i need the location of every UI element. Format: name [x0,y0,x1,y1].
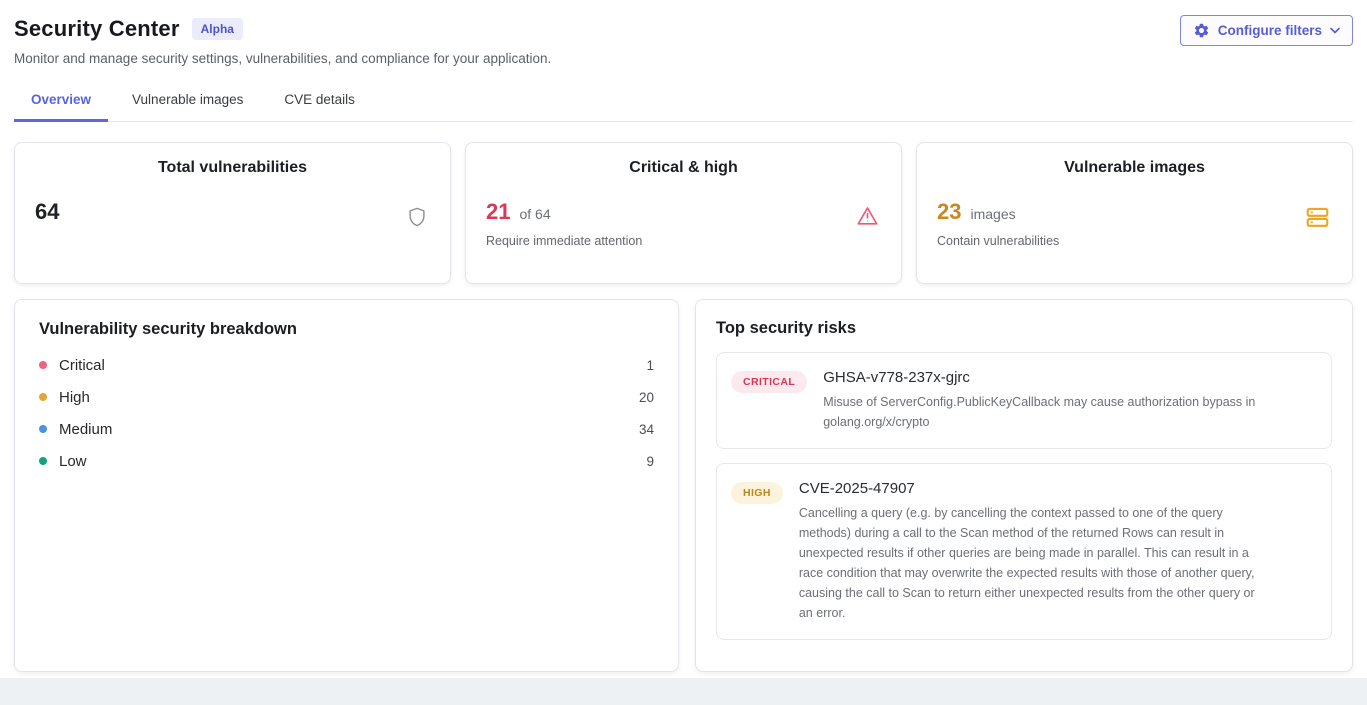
breakdown-value: 1 [646,358,654,373]
stat-caption: Contain vulnerabilities [937,234,1332,248]
stat-value-suffix: of 64 [519,206,550,222]
chevron-down-icon [1330,27,1340,34]
vulnerability-breakdown-panel: Vulnerability security breakdown Critica… [14,299,679,672]
risk-description: Cancelling a query (e.g. by cancelling t… [799,503,1259,623]
tab-bar: OverviewVulnerable imagesCVE details [14,82,1353,122]
breakdown-row: Medium 34 [39,413,654,445]
breakdown-value: 9 [646,454,654,469]
tab-vulnerable-images[interactable]: Vulnerable images [115,82,260,122]
stat-value: 64 [35,199,59,225]
gear-icon [1193,22,1210,39]
stat-card-critical-high: Critical & high 21 of 64 Require immedia… [465,142,902,284]
breakdown-label: High [59,389,90,406]
stat-card-title: Total vulnerabilities [35,159,430,177]
stat-caption: Require immediate attention [486,234,881,248]
stat-value: 21 [486,199,510,225]
risks-title: Top security risks [716,319,1332,338]
severity-badge: HIGH [731,482,783,504]
alpha-badge: Alpha [192,18,243,40]
breakdown-row: High 20 [39,381,654,413]
stat-card-total-vulnerabilities: Total vulnerabilities 64 [14,142,451,284]
page-subtitle: Monitor and manage security settings, vu… [14,51,1353,66]
page-header: Security Center Alpha Monitor and manage… [0,0,1367,66]
breakdown-label: Critical [59,357,105,374]
breakdown-value: 20 [639,390,654,405]
severity-badge: CRITICAL [731,371,807,393]
shield-icon [406,205,428,234]
stat-value: 23 [937,199,961,225]
server-icon [1305,205,1330,235]
warning-icon [856,205,879,232]
breakdown-label: Low [59,453,87,470]
breakdown-title: Vulnerability security breakdown [39,320,654,339]
severity-dot [39,393,47,401]
risk-list: CRITICAL GHSA-v778-237x-gjrc Misuse of S… [716,352,1332,651]
top-security-risks-panel: Top security risks CRITICAL GHSA-v778-23… [695,299,1353,672]
severity-dot [39,361,47,369]
panels-row: Vulnerability security breakdown Critica… [14,299,1353,672]
breakdown-list: Critical 1 High 20 Medium 34 Low 9 [39,349,654,477]
stat-card-title: Critical & high [486,159,881,177]
severity-dot [39,457,47,465]
tab-cve-details[interactable]: CVE details [267,82,372,122]
breakdown-row: Low 9 [39,445,654,477]
page-title: Security Center [14,16,180,42]
risk-id: CVE-2025-47907 [799,480,1259,497]
risk-description: Misuse of ServerConfig.PublicKeyCallback… [823,392,1283,432]
breakdown-label: Medium [59,421,112,438]
stat-card-title: Vulnerable images [937,159,1332,177]
risk-item[interactable]: CRITICAL GHSA-v778-237x-gjrc Misuse of S… [716,352,1332,449]
tab-overview[interactable]: Overview [14,82,108,122]
risk-id: GHSA-v778-237x-gjrc [823,369,1283,386]
stat-card-vulnerable-images: Vulnerable images 23 images Contain vuln… [916,142,1353,284]
breakdown-value: 34 [639,422,654,437]
stat-value-suffix: images [970,206,1015,222]
security-center-page: Security Center Alpha Monitor and manage… [0,0,1367,678]
breakdown-row: Critical 1 [39,349,654,381]
severity-dot [39,425,47,433]
configure-filters-label: Configure filters [1218,23,1322,38]
stat-cards-row: Total vulnerabilities 64 Critical & high… [14,142,1353,284]
risk-item[interactable]: HIGH CVE-2025-47907 Cancelling a query (… [716,463,1332,640]
configure-filters-button[interactable]: Configure filters [1180,15,1353,46]
